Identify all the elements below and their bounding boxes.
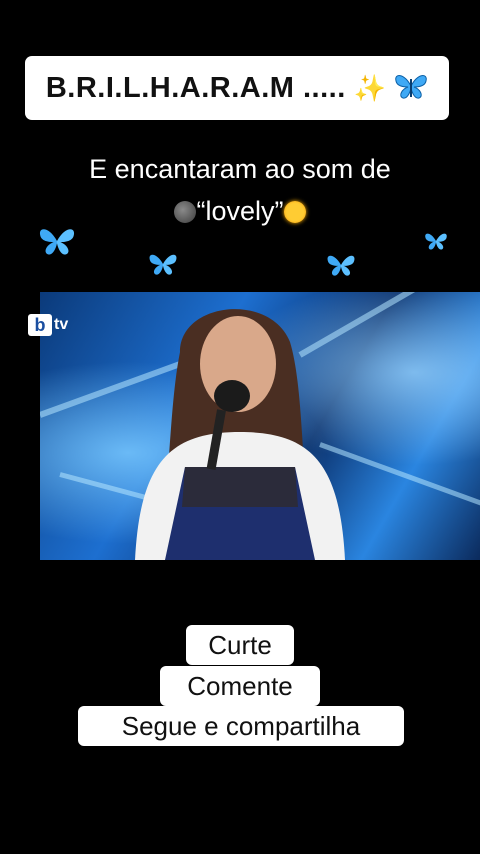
cta-follow-share: Segue e compartilha <box>78 706 404 746</box>
channel-logo-tv: tv <box>54 316 69 333</box>
butterfly-icon <box>394 71 428 106</box>
video-frame[interactable] <box>40 292 480 560</box>
channel-logo: b tv <box>28 314 68 336</box>
song-title: “lovely” <box>196 196 284 226</box>
new-moon-face-icon <box>174 201 197 223</box>
butterfly-icon <box>425 233 447 250</box>
butterfly-icon <box>149 254 177 275</box>
channel-logo-b: b <box>28 314 52 336</box>
singer-figure <box>135 309 345 560</box>
title-banner: B.R.I.L.H.A.R.A.M ..... ✨ <box>25 56 449 120</box>
subtitle-line-1: E encantaram ao som de <box>89 154 391 184</box>
butterfly-icon <box>39 229 75 255</box>
butterfly-icon <box>327 255 355 276</box>
sun-face-icon <box>283 201 306 223</box>
title-text: B.R.I.L.H.A.R.A.M ..... <box>45 71 346 104</box>
cta-like: Curte <box>186 625 294 665</box>
sparkles-icon: ✨ <box>353 72 387 103</box>
cta-comment: Comente <box>160 666 320 706</box>
